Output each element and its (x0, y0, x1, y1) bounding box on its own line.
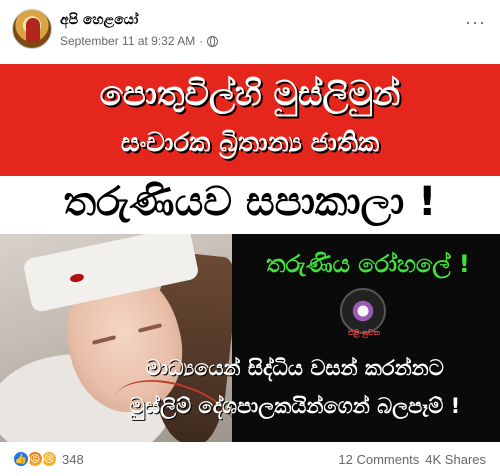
like-icon: 👍 (12, 450, 30, 468)
reaction-count: 348 (62, 451, 84, 467)
comments-link[interactable]: 12 Comments (338, 452, 419, 467)
post-stats: 12 Comments 4K Shares (338, 452, 486, 467)
poster-headline-3: තරුණියව සපාකාලා ! (63, 179, 437, 225)
post-footer: 👍 😡 😢 348 12 Comments 4K Shares (0, 442, 500, 476)
meta-separator: · (199, 34, 204, 48)
shares-link[interactable]: 4K Shares (425, 452, 486, 467)
page-avatar[interactable] (12, 9, 52, 49)
globe-icon[interactable] (207, 35, 219, 47)
poster-headline-1: පොතුවිල්හි මුස්ලිමුන් (99, 74, 401, 114)
post-meta: September 11 at 9:32 AM · (60, 34, 219, 48)
poster-bottom-line-1: මාධ්‍යයෙන් සිද්ධිය වසන් කරන්නට (146, 356, 444, 380)
page-name-link[interactable]: අපි හෙළයෝ (60, 12, 138, 28)
news-logo-text: එළි පුවත (348, 328, 380, 337)
poster-bottom-line-2: මුස්ලිම් දේශපාලකයින්ගෙන් බලපෑම් ! (129, 394, 461, 418)
poster-green-text: තරුණිය රෝහලේ ! (266, 250, 470, 278)
post-timestamp[interactable]: September 11 at 9:32 AM (60, 34, 195, 48)
avatar-figure (26, 18, 40, 42)
reactions-summary[interactable]: 👍 😡 😢 348 (12, 450, 84, 468)
post-image[interactable]: පොතුවිල්හි මුස්ලිමුන් සංචාරක බ්‍රිතාන්‍ය… (0, 64, 500, 442)
poster-headline-2: සංචාරක බ්‍රිතාන්‍ය ජාතික (120, 128, 380, 158)
more-options-button[interactable]: ··· (465, 12, 486, 33)
post-header: අපි හෙළයෝ September 11 at 9:32 AM · ··· (0, 0, 500, 58)
